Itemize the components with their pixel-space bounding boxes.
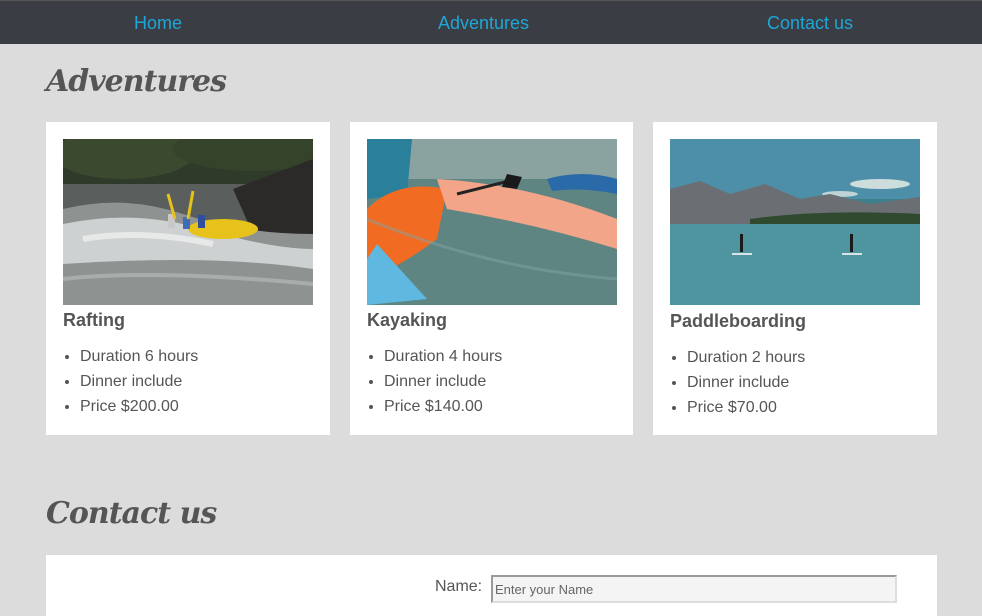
name-label: Name:: [435, 578, 483, 595]
kayaking-image: [367, 139, 617, 305]
card-title: Kayaking: [367, 310, 448, 330]
contact-heading: Contact us: [46, 496, 217, 531]
card-details-list: Duration 6 hours Dinner include Price $2…: [80, 344, 198, 419]
list-item: Dinner include: [80, 369, 198, 394]
adventures-heading: Adventures: [46, 64, 227, 99]
name-input[interactable]: [491, 575, 897, 603]
adventure-card-paddleboarding: Paddleboarding Duration 2 hours Dinner i…: [653, 122, 937, 435]
list-item: Dinner include: [687, 370, 805, 395]
list-item: Duration 2 hours: [687, 345, 805, 370]
list-item: Price $200.00: [80, 394, 198, 419]
nav-adventures-link[interactable]: Adventures: [438, 1, 529, 45]
card-details-list: Duration 4 hours Dinner include Price $1…: [384, 344, 502, 419]
adventure-card-rafting: Rafting Duration 6 hours Dinner include …: [46, 122, 330, 435]
list-item: Duration 6 hours: [80, 344, 198, 369]
paddleboarding-image: [670, 139, 920, 305]
nav-contact-link[interactable]: Contact us: [767, 1, 853, 45]
nav-home-link[interactable]: Home: [134, 1, 182, 45]
card-title: Rafting: [63, 310, 125, 330]
contact-form-panel: Name:: [46, 555, 937, 616]
list-item: Price $70.00: [687, 395, 805, 420]
rafting-image: [63, 139, 313, 305]
adventure-card-kayaking: Kayaking Duration 4 hours Dinner include…: [350, 122, 633, 435]
card-title: Paddleboarding: [670, 311, 807, 331]
list-item: Dinner include: [384, 369, 502, 394]
list-item: Price $140.00: [384, 394, 502, 419]
top-navbar: Home Adventures Contact us: [0, 0, 982, 44]
list-item: Duration 4 hours: [384, 344, 502, 369]
card-details-list: Duration 2 hours Dinner include Price $7…: [687, 345, 805, 420]
